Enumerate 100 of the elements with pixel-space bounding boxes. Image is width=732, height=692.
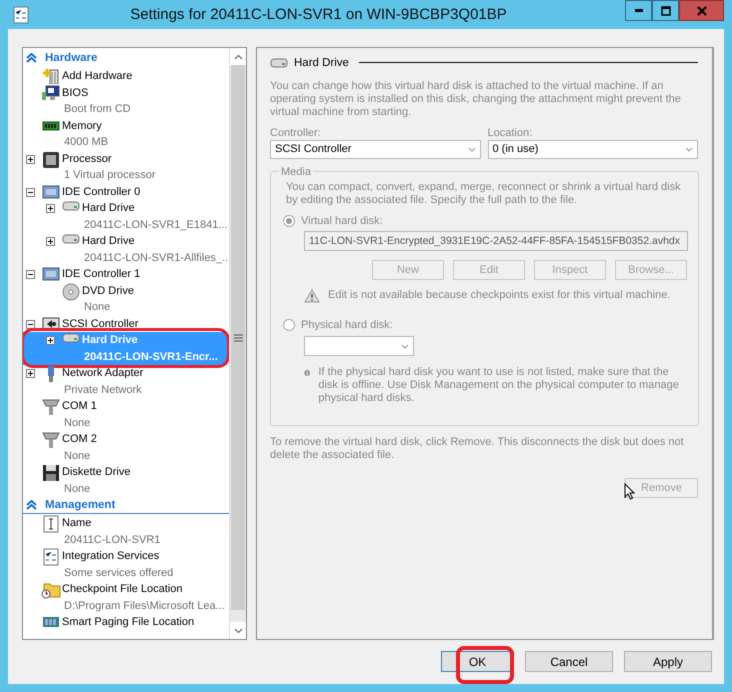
warning-message: Edit is not available because checkpoints exist for this virtual machine. xyxy=(328,289,670,302)
media-description: You can compact, convert, expand, merge, reconnect or shrink a virtual hard disk by editing the associated file. Specify the full path to the file. xyxy=(286,180,682,208)
tree-item[interactable]: Smart Paging File Location xyxy=(23,614,227,630)
plus-icon xyxy=(47,205,54,212)
memory-module-icon xyxy=(42,614,60,630)
tree-item-label: COM 2 xyxy=(62,432,98,447)
tree-item[interactable]: Hard Drive 20411C-LON-SVR1-Allfiles_... xyxy=(23,233,227,266)
tree-item-label: IDE Controller 1 xyxy=(62,267,142,282)
tree-item-detail: None xyxy=(63,416,92,430)
info-message: If the physical hard disk you want to use is not listed, make sure that the disk is offline. Use Disk Management on the physical computer to manage physical hard disks. xyxy=(318,366,680,406)
tree-item[interactable]: COM 1 None xyxy=(23,398,227,431)
controller-card-icon xyxy=(42,266,60,282)
close-icon xyxy=(696,6,706,16)
minimize-button[interactable] xyxy=(625,0,652,21)
tree-item-label: Checkpoint File Location xyxy=(62,582,184,597)
group-title: Media xyxy=(280,166,312,178)
mouse-cursor-icon xyxy=(624,483,635,500)
collapse-toggle[interactable] xyxy=(26,320,35,328)
tree-item-detail: 20411C-LON-SVR1_E1841... xyxy=(83,218,228,232)
tree-item-detail: 1 Virtual processor xyxy=(63,168,157,183)
expand-toggle[interactable] xyxy=(46,336,55,345)
tree-item-label: Hard Drive xyxy=(82,234,136,249)
expand-toggle[interactable] xyxy=(26,154,35,164)
collapse-toggle[interactable] xyxy=(26,270,35,279)
dialog-button[interactable]: Apply xyxy=(624,651,712,672)
scroll-up-button[interactable] xyxy=(230,48,246,65)
tree-item-label: SCSI Controller xyxy=(62,316,140,332)
tree-item[interactable]: Network Adapter Private Network xyxy=(23,365,227,398)
maximize-button[interactable] xyxy=(652,0,679,21)
chevron-up-icon xyxy=(234,54,242,60)
tree-item-detail: 20411C-LON-SVR1 xyxy=(63,532,162,548)
hard-drive-icon xyxy=(270,56,288,68)
tree-item[interactable]: Checkpoint File Location D:\Program Files\Microsoft Lea... xyxy=(23,581,227,614)
tree-item[interactable]: Memory 4000 MB xyxy=(23,118,227,150)
radio-label: Virtual hard disk: xyxy=(301,215,383,228)
controller-card-icon xyxy=(42,184,60,200)
close-button[interactable] xyxy=(679,0,724,21)
chip-icon xyxy=(42,150,60,168)
tree-item-label: Hard Drive xyxy=(82,201,136,216)
tree-item-label: Processor xyxy=(62,152,113,166)
tree-item-label: Add Hardware xyxy=(62,69,134,84)
collapse-toggle[interactable] xyxy=(26,188,35,196)
tree-item-label: Network Adapter xyxy=(62,366,144,381)
tree-item[interactable]: IDE Controller 0 xyxy=(23,184,227,200)
dialog-button[interactable]: Cancel xyxy=(525,651,613,672)
tree-item-detail: Private Network xyxy=(63,382,143,398)
dropdown[interactable]: SCSI Controller xyxy=(270,140,480,159)
chevron-down-icon xyxy=(401,344,409,349)
tree-item-detail: 20411C-LON-SVR1-Allfiles_... xyxy=(83,250,229,266)
tree-item-label: Integration Services xyxy=(62,549,160,564)
checklist-icon xyxy=(42,548,60,566)
tree-item-label: Memory xyxy=(62,118,103,134)
warning-icon xyxy=(304,289,320,304)
tree-item-detail: 4000 MB xyxy=(63,135,110,150)
minimize-icon xyxy=(634,9,642,12)
tree-item-label: IDE Controller 0 xyxy=(62,184,142,200)
tree-item[interactable]: BIOS Boot from CD xyxy=(23,84,227,118)
serial-port-icon xyxy=(42,431,60,449)
tree-item[interactable]: Hard Drive 20411C-LON-SVR1_E1841... xyxy=(23,200,227,233)
double-chevron-up-icon xyxy=(26,500,37,510)
minus-icon xyxy=(27,271,34,278)
tree-item-detail: None xyxy=(63,482,92,496)
text-cursor-icon xyxy=(42,515,60,533)
expand-toggle[interactable] xyxy=(46,237,55,246)
plus-icon xyxy=(27,370,34,377)
tree-item[interactable]: COM 2 None xyxy=(23,431,227,464)
section-title: Hard Drive xyxy=(294,56,349,68)
double-chevron-up-icon xyxy=(26,53,37,63)
tree-item-label: DVD Drive xyxy=(82,284,135,298)
plus-icon xyxy=(27,156,34,162)
plus-icon xyxy=(47,238,54,245)
tree-item[interactable]: SCSI Controller xyxy=(23,316,227,332)
tree-item[interactable]: Processor 1 Virtual processor xyxy=(23,150,227,184)
scrollbar-thumb[interactable] xyxy=(231,65,245,610)
remove-description: To remove the virtual hard disk, click Remove. This disconnects the disk but does not delete the associated file. xyxy=(270,436,685,462)
chevron-down-icon xyxy=(468,146,476,152)
section-header[interactable]: Management xyxy=(45,499,116,511)
description-text: You can change how this virtual hard disk is attached to the virtual machine. If an operating system is installed on this disk, changing the attachment might prevent the virtual machine from starting. xyxy=(270,80,682,120)
settings-document-icon xyxy=(12,6,30,24)
tree-item[interactable]: DVD Drive None xyxy=(23,282,227,316)
tree-item-label: Hard Drive xyxy=(82,333,139,348)
tree-item-label: BIOS xyxy=(62,86,90,100)
maximize-icon xyxy=(660,6,670,16)
tree-item[interactable]: Diskette Drive None xyxy=(23,464,227,497)
chevron-down-icon xyxy=(685,146,693,152)
hard-drive-icon xyxy=(62,233,80,245)
tree-item[interactable]: Add Hardware xyxy=(23,68,227,84)
scroll-down-button[interactable] xyxy=(230,622,246,639)
tree-item[interactable]: Name 20411C-LON-SVR1 xyxy=(23,515,227,548)
disc-icon xyxy=(62,282,80,300)
tree-item[interactable]: IDE Controller 1 xyxy=(23,266,227,282)
hard-drive-icon xyxy=(62,200,80,212)
tree-item-label: Diskette Drive xyxy=(62,465,132,480)
expand-toggle[interactable] xyxy=(46,204,55,213)
field-label: Controller: xyxy=(270,126,322,140)
section-header[interactable]: Hardware xyxy=(45,52,98,64)
tree-item[interactable]: Integration Services Some services offered xyxy=(23,548,227,581)
dropdown[interactable]: 0 (in use) xyxy=(488,140,698,159)
tree-item-detail: None xyxy=(63,448,92,464)
expand-toggle[interactable] xyxy=(26,369,35,378)
